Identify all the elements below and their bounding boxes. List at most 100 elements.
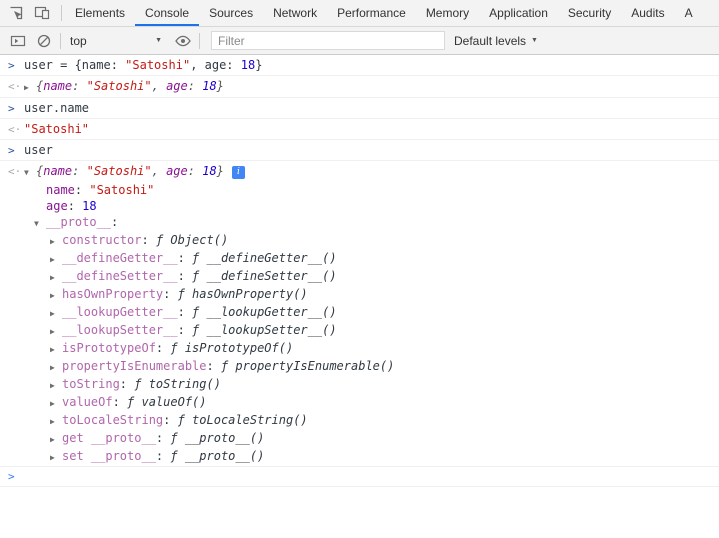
disclosure-collapsed-icon[interactable]: ▶: [50, 307, 62, 321]
code-segment: propertyIsEnumerable: [62, 359, 207, 373]
code-segment: }: [217, 79, 224, 93]
code-segment: user: [24, 143, 53, 157]
eye-icon[interactable]: [170, 29, 196, 53]
disclosure-collapsed-icon[interactable]: ▶: [50, 433, 62, 447]
code-segment: __lookupSetter__: [62, 323, 178, 337]
devtools-window: ElementsConsoleSourcesNetworkPerformance…: [0, 0, 719, 538]
disclosure-collapsed-icon[interactable]: ▶: [50, 235, 62, 249]
tab-console[interactable]: Console: [135, 0, 199, 26]
code-segment: toString: [62, 377, 120, 391]
tab-elements[interactable]: Elements: [65, 0, 135, 26]
console-result-row: <·▼{name: "Satoshi", age: 18}i: [0, 161, 719, 182]
code-segment: }: [255, 58, 262, 72]
code-segment: ƒ __defineGetter__(): [192, 251, 337, 265]
log-levels-dropdown[interactable]: Default levels ▼: [454, 34, 538, 48]
code-segment: ƒ isPrototypeOf(): [170, 341, 293, 355]
code-segment: :: [188, 79, 202, 93]
disclosure-collapsed-icon[interactable]: ▶: [50, 415, 62, 429]
result-chevron-icon: <·: [8, 123, 24, 137]
code-segment: :: [111, 215, 118, 229]
code-segment: hasOwnProperty: [62, 287, 163, 301]
code-segment: 18: [82, 199, 96, 213]
log-levels-label: Default levels: [454, 34, 526, 48]
code-segment: :: [178, 269, 192, 283]
console-prompt-row[interactable]: >: [0, 467, 719, 487]
disclosure-collapsed-icon[interactable]: ▶: [50, 271, 62, 285]
code-segment: :: [163, 413, 177, 427]
code-segment: ƒ hasOwnProperty(): [178, 287, 308, 301]
disclosure-collapsed-icon[interactable]: ▶: [50, 451, 62, 465]
code-segment: user.name: [24, 101, 89, 115]
console-tree-row: ▶toLocaleString: ƒ toLocaleString(): [0, 412, 719, 430]
code-segment: ƒ __lookupGetter__(): [192, 305, 337, 319]
inspect-element-icon[interactable]: [3, 1, 29, 25]
console-tree-row: ▶isPrototypeOf: ƒ isPrototypeOf(): [0, 340, 719, 358]
disclosure-collapsed-icon[interactable]: ▶: [50, 379, 62, 393]
code-segment: :: [75, 183, 89, 197]
filter-input[interactable]: [211, 31, 445, 50]
code-segment: ƒ Object(): [156, 233, 228, 247]
tab-a[interactable]: A: [675, 0, 703, 26]
disclosure-collapsed-icon[interactable]: ▶: [50, 397, 62, 411]
tab-performance[interactable]: Performance: [327, 0, 416, 26]
code-segment: ƒ propertyIsEnumerable(): [221, 359, 394, 373]
disclosure-collapsed-icon[interactable]: ▶: [50, 253, 62, 267]
toggle-device-toolbar-icon[interactable]: [29, 1, 55, 25]
code-segment: :: [141, 233, 155, 247]
context-selector-label: top: [70, 34, 87, 48]
code-segment: ƒ __proto__(): [170, 431, 264, 445]
disclosure-collapsed-icon[interactable]: ▶: [50, 361, 62, 375]
console-tree-row: ▼__proto__:: [0, 214, 719, 232]
tab-memory[interactable]: Memory: [416, 0, 479, 26]
code-segment: "Satoshi": [125, 58, 190, 72]
info-icon: i: [232, 166, 245, 179]
code-segment: {: [36, 79, 43, 93]
code-segment: "Satoshi": [87, 164, 152, 178]
console-input-row: >user = {name: "Satoshi", age: 18}: [0, 55, 719, 76]
code-segment: :: [178, 323, 192, 337]
code-segment: ƒ toString(): [134, 377, 221, 391]
disclosure-expanded-icon[interactable]: ▼: [24, 166, 36, 180]
tab-audits[interactable]: Audits: [621, 0, 674, 26]
disclosure-collapsed-icon[interactable]: ▶: [50, 289, 62, 303]
prompt-chevron-icon: >: [8, 470, 24, 484]
toolbar-divider: [199, 33, 200, 49]
code-segment: age: [46, 199, 68, 213]
code-segment: name: [43, 79, 72, 93]
disclosure-expanded-icon[interactable]: ▼: [34, 217, 46, 231]
input-chevron-icon: >: [8, 102, 24, 116]
console-toolbar: top ▼ Default levels ▼: [0, 27, 719, 55]
clear-console-icon[interactable]: [31, 29, 57, 53]
devtools-tabbar: ElementsConsoleSourcesNetworkPerformance…: [0, 0, 719, 27]
code-segment: __defineSetter__: [62, 269, 178, 283]
code-segment: :: [113, 395, 127, 409]
code-segment: name: [46, 183, 75, 197]
code-segment: ƒ __defineSetter__(): [192, 269, 337, 283]
tab-application[interactable]: Application: [479, 0, 558, 26]
console-messages[interactable]: >user = {name: "Satoshi", age: 18}<·▶{na…: [0, 55, 719, 538]
code-segment: "Satoshi": [89, 183, 154, 197]
tab-sources[interactable]: Sources: [199, 0, 263, 26]
console-tree-row: ▶__lookupSetter__: ƒ __lookupSetter__(): [0, 322, 719, 340]
code-segment: constructor: [62, 233, 141, 247]
tab-network[interactable]: Network: [263, 0, 327, 26]
disclosure-collapsed-icon[interactable]: ▶: [24, 81, 36, 95]
disclosure-collapsed-icon[interactable]: ▶: [50, 343, 62, 357]
context-selector[interactable]: top ▼: [70, 34, 162, 48]
code-segment: __proto__: [46, 215, 111, 229]
input-chevron-icon: >: [8, 59, 24, 73]
code-segment: :: [68, 199, 82, 213]
console-tree-row: ▶hasOwnProperty: ƒ hasOwnProperty(): [0, 286, 719, 304]
code-segment: }: [217, 164, 224, 178]
disclosure-collapsed-icon[interactable]: ▶: [50, 325, 62, 339]
console-sidebar-icon[interactable]: [5, 29, 31, 53]
tab-security[interactable]: Security: [558, 0, 621, 26]
tab-strip: ElementsConsoleSourcesNetworkPerformance…: [65, 0, 703, 26]
input-chevron-icon: >: [8, 144, 24, 158]
console-tree-row: name: "Satoshi": [0, 182, 719, 198]
console-input-row: >user: [0, 140, 719, 161]
chevron-down-icon: ▼: [531, 37, 538, 44]
code-segment: ƒ __lookupSetter__(): [192, 323, 337, 337]
code-segment: get __proto__: [62, 431, 156, 445]
code-segment: {: [36, 164, 43, 178]
